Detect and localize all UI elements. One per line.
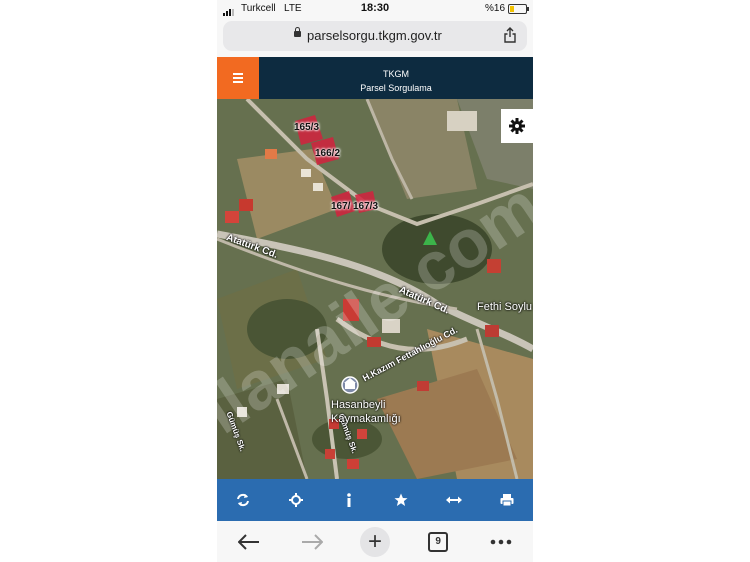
more-icon <box>491 539 512 544</box>
measure-icon <box>446 496 463 504</box>
settings-button[interactable] <box>501 109 533 143</box>
tab-count: 9 <box>428 531 449 552</box>
refresh-icon <box>237 493 250 507</box>
info-icon <box>346 493 351 507</box>
forward-button[interactable] <box>280 533 343 550</box>
back-button[interactable] <box>217 533 280 550</box>
tabs-button[interactable]: 9 <box>407 531 470 552</box>
arrow-right-icon <box>301 533 323 550</box>
share-icon[interactable] <box>503 27 517 43</box>
map-toolbar <box>217 479 533 521</box>
measure-button[interactable] <box>428 479 481 521</box>
new-tab-button[interactable]: + <box>343 526 406 557</box>
parcel-label[interactable]: 166/2 <box>315 148 340 159</box>
lock-icon <box>294 27 301 37</box>
print-button[interactable] <box>480 479 533 521</box>
app-subtitle: Parsel Sorgulama <box>360 83 432 93</box>
poi-label: Hasanbeyli <box>331 399 386 411</box>
refresh-button[interactable] <box>217 479 270 521</box>
parcel-label[interactable]: 165/3 <box>294 122 319 133</box>
app-header: TKGM Parsel Sorgulama <box>217 57 533 99</box>
locate-button[interactable] <box>270 479 323 521</box>
more-button[interactable] <box>470 539 533 545</box>
status-bar: Turkcell LTE 18:30 %16 <box>217 0 533 18</box>
parcel-label[interactable]: 167/3 <box>353 201 378 212</box>
menu-button[interactable] <box>217 57 259 99</box>
url-text: parselsorgu.tkgm.gov.tr <box>307 28 442 43</box>
address-bar[interactable]: parselsorgu.tkgm.gov.tr <box>223 21 527 51</box>
poi-label: Kaymakamlığı <box>331 413 401 425</box>
menu-icon <box>233 73 243 75</box>
locate-icon <box>289 493 303 507</box>
poi-label: Fethi Soylu <box>477 301 533 313</box>
info-button[interactable] <box>322 479 375 521</box>
battery-icon <box>508 4 529 14</box>
browser-nav: + 9 <box>217 521 533 562</box>
star-icon <box>394 493 408 506</box>
arrow-left-icon <box>237 533 259 550</box>
favorite-button[interactable] <box>375 479 428 521</box>
print-icon <box>500 494 514 507</box>
app-title: TKGM <box>383 69 409 79</box>
satellite-map[interactable]: ilanaile.com 165/3 166/2 167/ 167/3 Atat… <box>217 99 533 479</box>
battery-percent: %16 <box>484 3 505 14</box>
phone-screen: Turkcell LTE 18:30 %16 parselsorgu.tkgm.… <box>217 0 533 562</box>
gear-icon <box>509 118 525 134</box>
plus-icon: + <box>360 526 390 557</box>
parcel-label-prefix[interactable]: 167/ <box>331 201 350 212</box>
